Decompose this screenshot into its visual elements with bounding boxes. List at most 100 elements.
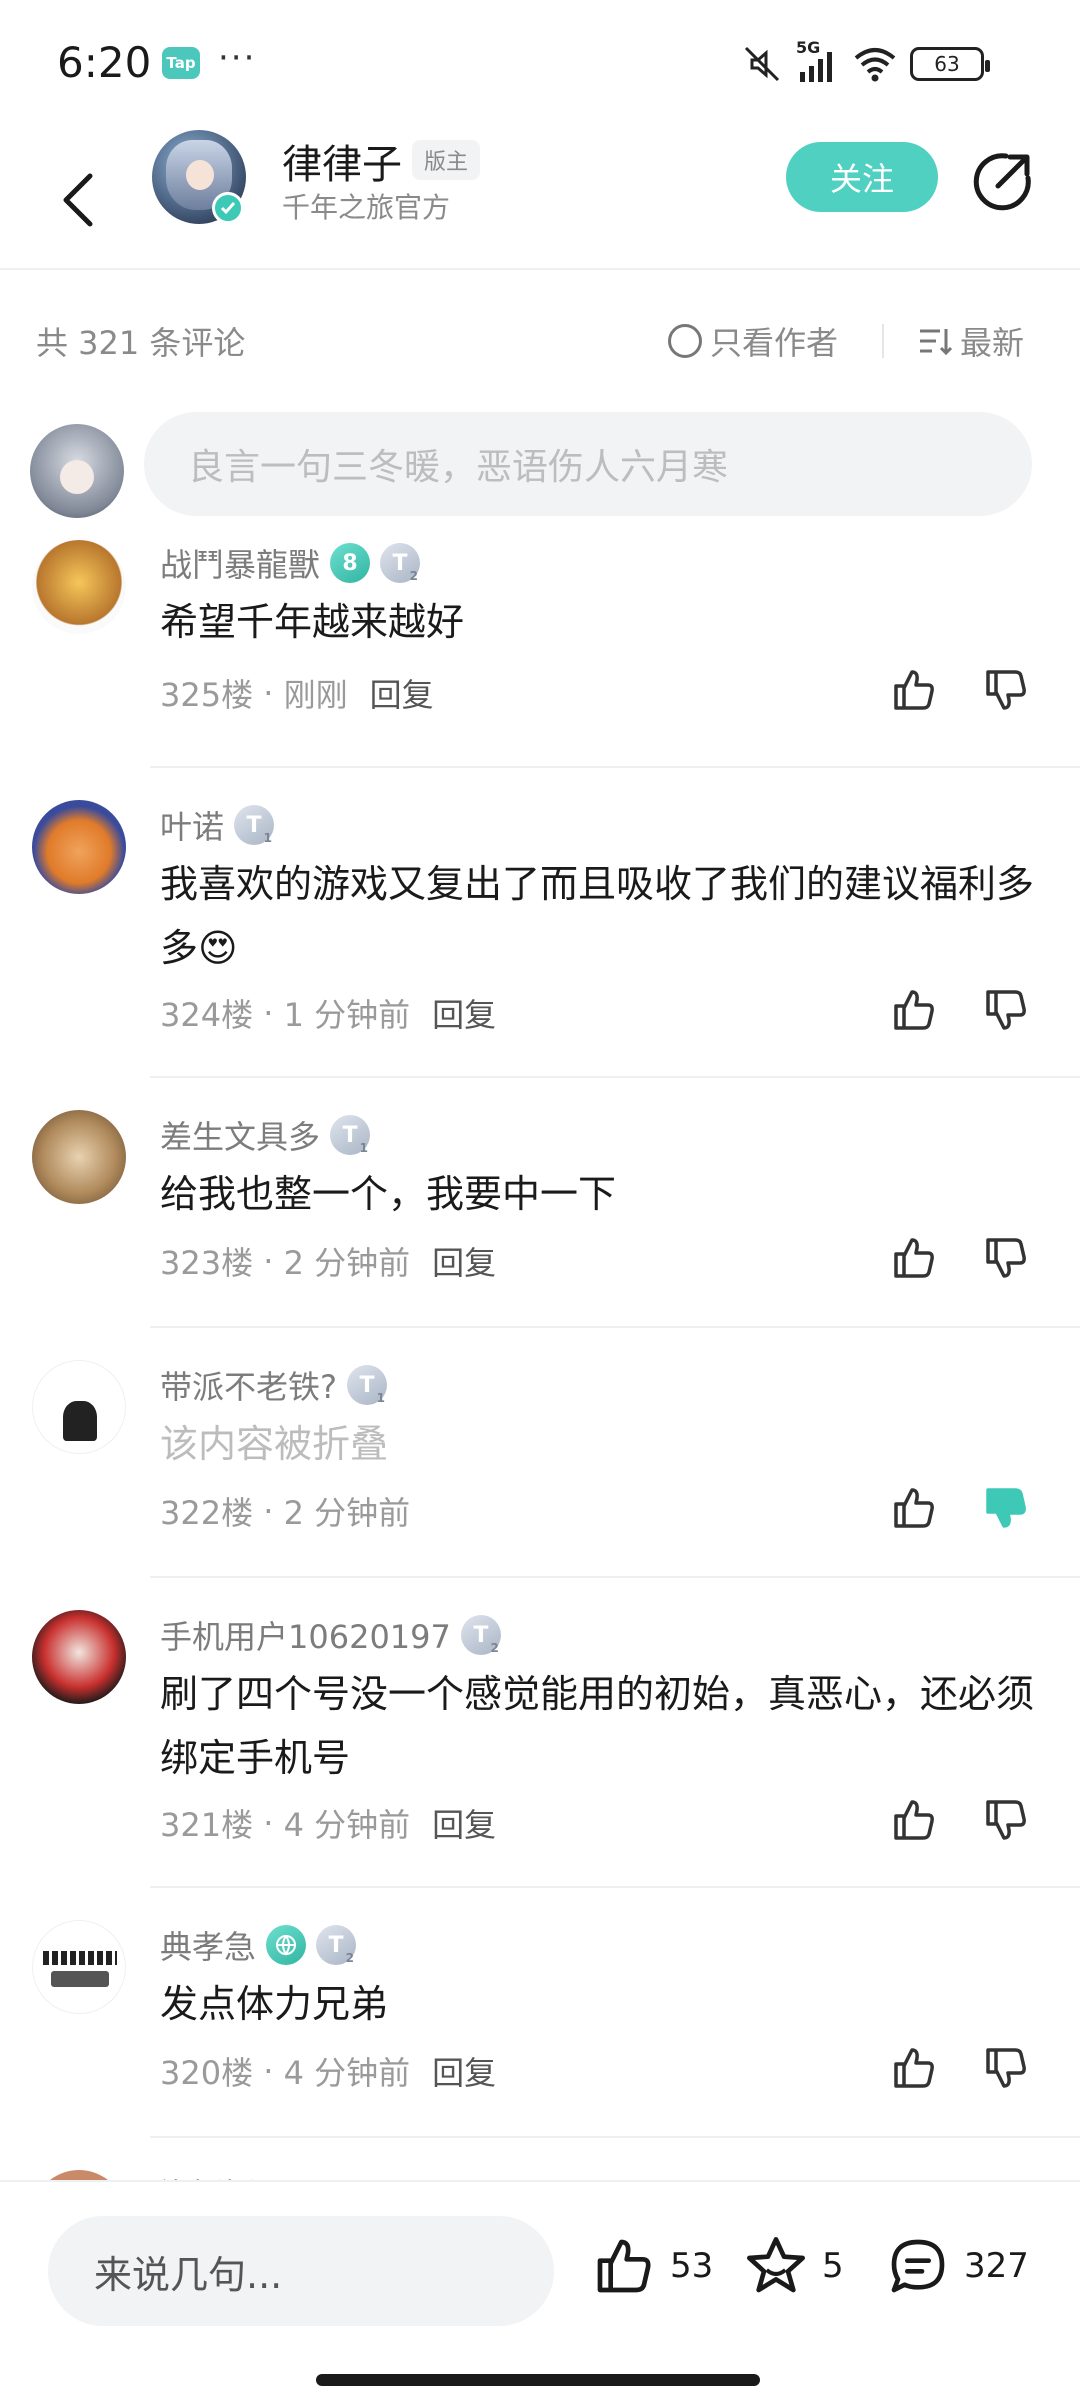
comment-avatar[interactable] [32,540,126,634]
status-more-icon: ··· [218,38,257,78]
comment-username[interactable]: 带派不老铁? [160,1362,337,1408]
comment-meta: 324楼 · 1 分钟前 回复 [160,990,496,1036]
comment-input[interactable]: 良言一句三冬暖，恶语伤人六月寒 [144,412,1032,516]
comment-text: 给我也整一个，我要中一下 [160,1172,617,1216]
comment-username[interactable]: 差生文具多 [160,1112,320,1158]
only-author-label: 只看作者 [710,324,839,362]
dislike-button-active[interactable] [980,1482,1032,1534]
radio-icon [668,324,702,358]
comment-text: 希望千年越来越好 [160,600,465,644]
wifi-icon [854,48,896,82]
reply-button[interactable]: 回复 [432,990,496,1036]
dislike-button[interactable] [980,664,1032,716]
home-indicator[interactable] [316,2374,760,2386]
comment-item: 典孝急 T2 发点体力兄弟 320楼 · 4 分钟前 回复 [0,1910,1080,2138]
post-header: 律律子 版主 千年之旅官方 关注 [0,130,1080,270]
comment-time: 4 分钟前 [283,1806,411,1844]
dislike-button[interactable] [980,1794,1032,1846]
reply-button[interactable]: 回复 [432,2048,496,2094]
level-t1-badge-icon: T1 [330,1115,371,1155]
toolbar-divider [882,324,884,358]
post-comment-button[interactable]: 327 [886,2234,1029,2298]
folded-comment-text[interactable]: 该内容被折叠 [160,1412,1040,1476]
status-icons: 5G 63 [740,38,990,86]
like-button[interactable] [888,1232,940,1284]
comment-avatar[interactable] [32,1110,126,1204]
comment-time: 2 分钟前 [283,1244,411,1282]
thumbs-up-icon [894,2048,934,2088]
thumbs-up-icon [597,2239,651,2293]
comment-username[interactable]: 叶诺 [160,802,224,848]
taptap-app-icon: Tap [162,47,200,79]
like-count: 53 [670,2246,714,2286]
like-button[interactable] [888,1482,940,1534]
comment-item-partial: 泡饭饭 [0,2160,1080,2180]
comment-item: 叶诺 T1 我喜欢的游戏又复出了而且吸收了我们的建议福利多多😍 324楼 · 1… [0,790,1080,1080]
comment-text: 发点体力兄弟 [160,1982,389,2026]
comment-actions [888,1482,1032,1534]
dislike-button[interactable] [980,1232,1032,1284]
back-button[interactable] [48,150,108,250]
reply-button[interactable]: 回复 [432,1238,496,1284]
floor-number: 322楼 [160,1494,254,1532]
comment-user: 差生文具多 T1 [160,1112,371,1158]
dislike-button[interactable] [980,2042,1032,2094]
comment-text: 刷了四个号没一个感觉能用的初始，真恶心，还必须绑定手机号 [160,1672,1035,1780]
comment-item: 手机用户10620197 T2 刷了四个号没一个感觉能用的初始，真恶心，还必须绑… [0,1600,1080,1890]
comment-time: 4 分钟前 [283,2054,411,2092]
comment-username[interactable]: 典孝急 [160,1922,256,1968]
comment-meta: 323楼 · 2 分钟前 回复 [160,1238,496,1284]
comment-username[interactable]: 泡饭饭 [160,2170,256,2180]
comment-divider [150,1076,1080,1078]
comment-user: 叶诺 T1 [160,802,275,848]
thumbs-down-icon [986,1238,1026,1278]
mute-icon [744,46,780,82]
share-button[interactable] [970,148,1036,214]
thumbs-up-icon [894,1238,934,1278]
comment-text: 我喜欢的游戏又复出了而且吸收了我们的建议福利多多😍 [160,862,1035,970]
comment-time: 1 分钟前 [283,996,411,1034]
battery-level: 63 [934,52,960,76]
floor-number: 320楼 [160,2054,254,2092]
comment-divider [150,2136,1080,2138]
comment-avatar[interactable] [32,800,126,894]
like-button[interactable] [888,1794,940,1846]
comment-avatar[interactable] [32,1920,126,2014]
reply-button[interactable]: 回复 [370,670,434,716]
comment-divider [150,1886,1080,1888]
comment-username[interactable]: 战鬥暴龍獸 [160,540,320,586]
comment-meta: 322楼 · 2 分钟前 [160,1488,410,1534]
comment-meta: 320楼 · 4 分钟前 回复 [160,2048,496,2094]
like-button[interactable] [888,664,940,716]
reply-button[interactable]: 回复 [432,1800,496,1846]
floor-number: 324楼 [160,996,254,1034]
quick-comment-input[interactable]: 来说几句... [48,2216,554,2326]
favorite-count: 5 [822,2246,844,2286]
level-t1-badge-icon: T1 [234,805,275,845]
comment-meta: 321楼 · 4 分钟前 回复 [160,1800,496,1846]
sort-button[interactable]: 最新 [918,318,1024,364]
comment-avatar[interactable] [32,1360,126,1454]
like-button[interactable] [888,2042,940,2094]
post-like-button[interactable]: 53 [592,2234,713,2298]
only-author-toggle[interactable]: 只看作者 [668,318,838,364]
sort-icon [920,329,952,356]
dislike-button[interactable] [980,984,1032,1036]
globe-badge-icon [266,1925,307,1965]
comments-toolbar: 共 321 条评论 只看作者 最新 [0,300,1080,380]
author-name[interactable]: 律律子 [282,132,402,190]
follow-button[interactable]: 关注 [786,142,938,212]
thumbs-up-icon [894,1800,934,1840]
comment-actions [888,664,1032,716]
comment-avatar[interactable] [32,2170,126,2180]
like-button[interactable] [888,984,940,1036]
comment-avatar[interactable] [32,1610,126,1704]
comment-bubble-icon [891,2239,945,2293]
floor-number: 321楼 [160,1806,254,1844]
comment-time: 2 分钟前 [283,1494,411,1532]
level-t1-badge-icon: T1 [347,1365,387,1405]
post-favorite-button[interactable]: 5 [744,2234,844,2298]
sort-label: 最新 [960,324,1025,362]
comment-username[interactable]: 手机用户10620197 [160,1612,451,1658]
battery-icon: 63 [910,47,990,81]
